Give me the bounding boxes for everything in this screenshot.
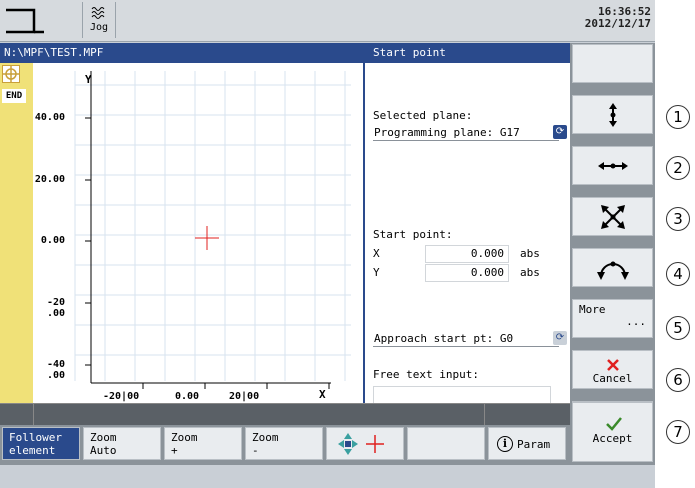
status-divider	[33, 404, 34, 426]
zoom-out-line1: Zoom	[252, 431, 279, 444]
arc-direction-button[interactable]	[572, 248, 653, 287]
diagonal-direction-button[interactable]	[572, 197, 653, 236]
more-dots: ...	[626, 315, 646, 328]
zoom-auto-line2: Auto	[90, 444, 117, 457]
info-icon: i	[497, 436, 513, 452]
approach-select[interactable]: Approach start pt: G0	[373, 331, 559, 347]
zoom-in-button[interactable]: Zoom +	[164, 427, 242, 460]
accept-label: Accept	[592, 432, 633, 445]
param-button[interactable]: i Param	[488, 427, 566, 460]
approach-toggle-icon[interactable]: ⟳	[553, 331, 567, 345]
y-tick-label: 0.00	[40, 235, 65, 246]
parameter-panel: Selected plane: Programming plane: G17 ⟳…	[365, 63, 570, 404]
clock-date: 2012/12/17	[584, 17, 651, 30]
horizontal-direction-button[interactable]	[572, 146, 653, 185]
x-coordinate-label: X	[373, 247, 380, 260]
end-marker[interactable]: END	[2, 89, 26, 103]
zoom-in-line2: +	[171, 444, 178, 457]
status-divider	[484, 404, 485, 426]
y-coordinate-label: Y	[373, 266, 380, 279]
zoom-out-button[interactable]: Zoom -	[245, 427, 323, 460]
free-text-label: Free text input:	[373, 368, 479, 381]
selected-plane-label: Selected plane:	[373, 109, 473, 122]
softkey-empty-bottom[interactable]	[407, 427, 485, 460]
program-path: N:\MPF\TEST.MPF	[0, 43, 365, 63]
x-tick-label: -20|00	[103, 391, 140, 402]
hmi-screen: Jog 16:36:52 2012/12/17 N:\MPF\TEST.MPF …	[0, 0, 655, 488]
start-point-label: Start point:	[373, 228, 453, 241]
callout-number: 6	[666, 368, 690, 392]
cancel-x-icon	[606, 359, 619, 371]
panel-title: Start point	[365, 43, 570, 63]
status-bar	[0, 403, 570, 426]
y-unit-label: abs	[520, 266, 540, 279]
follower-line1: Follower	[9, 431, 62, 444]
y-tick-label: -20 .00	[46, 297, 65, 319]
callout-number: 4	[666, 262, 690, 286]
x-unit-label: abs	[520, 247, 540, 260]
arc-arrows-icon	[596, 261, 629, 280]
follower-element-button[interactable]: Follower element	[2, 427, 80, 460]
accept-button[interactable]: Accept	[572, 402, 653, 462]
contour-graphic: Y X 40.00 20.00 0.00 -20 .00 -40 .00 -20…	[33, 63, 365, 403]
y-axis-label: Y	[85, 73, 92, 86]
vertical-direction-button[interactable]	[572, 95, 653, 134]
callout-number: 2	[666, 156, 690, 180]
x-tick-label: 20|00	[229, 391, 260, 402]
graph-canvas	[74, 71, 351, 389]
follower-line2: element	[9, 444, 56, 457]
x-axis-label: X	[319, 388, 326, 401]
jog-mode-indicator: Jog	[82, 2, 116, 38]
horizontal-arrows-icon	[597, 161, 628, 170]
plane-select-value: Programming plane: G17	[374, 126, 520, 139]
start-x-input[interactable]: 0.000	[425, 245, 509, 263]
start-point-crosshair-icon[interactable]	[2, 65, 20, 83]
callout-number: 1	[666, 105, 690, 129]
diagonal-arrows-icon	[600, 204, 625, 229]
accept-check-icon	[606, 417, 622, 431]
free-text-input[interactable]	[373, 386, 551, 404]
mode-label: Jog	[89, 22, 109, 33]
param-label: Param	[517, 438, 551, 451]
zoom-in-line1: Zoom	[171, 431, 198, 444]
show-cursor-button[interactable]	[326, 427, 404, 460]
zoom-auto-line1: Zoom	[90, 431, 117, 444]
softkey-empty-top[interactable]	[572, 44, 653, 83]
callout-number: 5	[666, 316, 690, 340]
vertical-arrows-icon	[608, 102, 617, 127]
callout-number: 3	[666, 207, 690, 231]
horizontal-softkey-bar: Follower element Zoom Auto Zoom + Zoom -…	[0, 402, 655, 465]
channel-mode-icon	[4, 6, 52, 36]
x-tick-label: 0.00	[175, 391, 200, 402]
vertical-softkey-bar: More ... Cancel	[570, 43, 655, 425]
callout-number: 7	[666, 420, 690, 444]
jog-wave-icon	[91, 7, 105, 19]
more-button[interactable]: More ...	[572, 299, 653, 338]
approach-select-value: Approach start pt: G0	[374, 332, 514, 345]
cursor-pan-icon	[338, 433, 384, 455]
start-point-marker	[195, 226, 219, 250]
plane-toggle-icon[interactable]: ⟳	[553, 125, 567, 139]
y-tick-label: 40.00	[34, 112, 65, 123]
zoom-auto-button[interactable]: Zoom Auto	[83, 427, 161, 460]
cancel-button[interactable]: Cancel	[572, 350, 653, 389]
cancel-label: Cancel	[592, 372, 633, 385]
y-tick-label: -40 .00	[46, 359, 65, 381]
plane-select[interactable]: Programming plane: G17	[373, 125, 559, 141]
clock: 16:36:52 2012/12/17	[585, 6, 651, 30]
top-bar: Jog 16:36:52 2012/12/17	[0, 0, 655, 42]
y-tick-label: 20.00	[34, 174, 65, 185]
start-y-input[interactable]: 0.000	[425, 264, 509, 282]
zoom-out-line2: -	[252, 444, 259, 457]
